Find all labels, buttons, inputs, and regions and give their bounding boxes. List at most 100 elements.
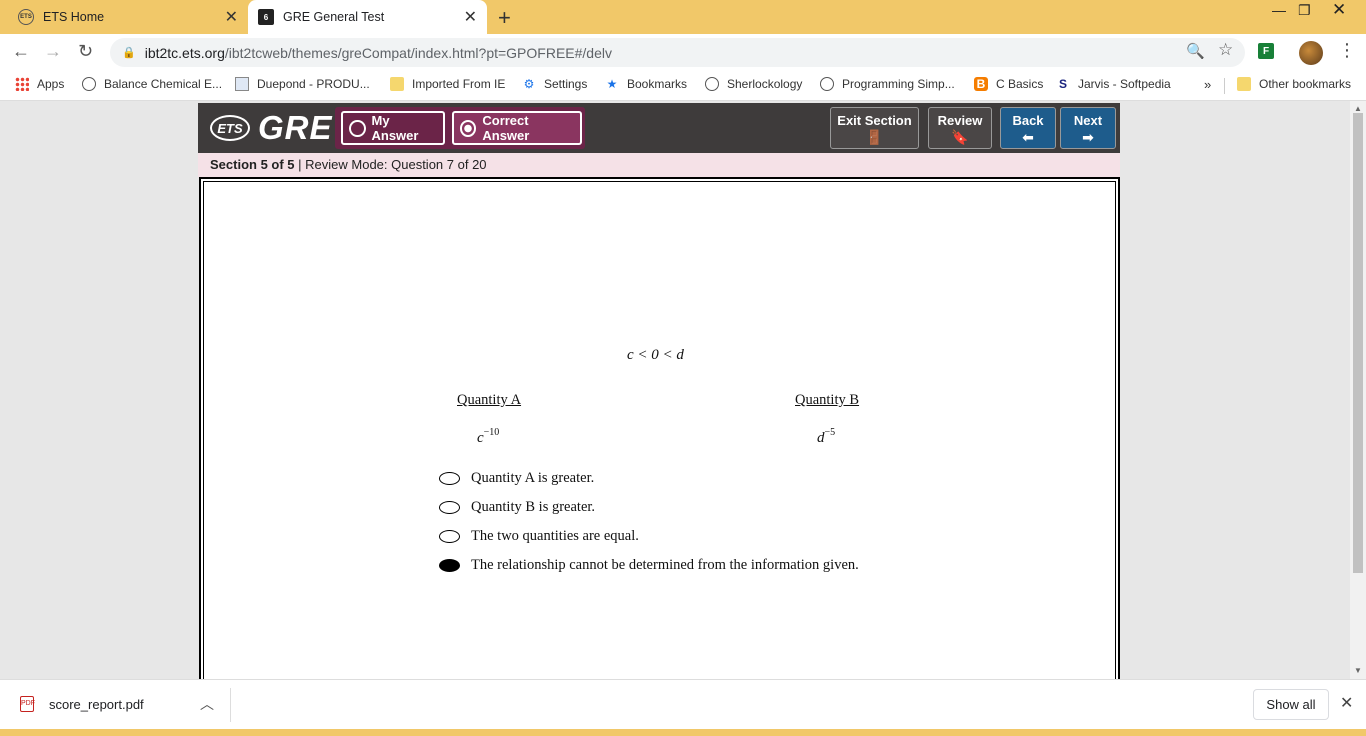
answer-toggle-group: My Answer Correct Answer bbox=[335, 107, 585, 149]
left-arrow-icon: ⬅ bbox=[1022, 129, 1034, 145]
scroll-up-icon[interactable]: ▲ bbox=[1354, 104, 1362, 113]
radio-icon[interactable] bbox=[439, 501, 460, 514]
quantity-b-value: d−5 bbox=[817, 427, 835, 447]
radio-selected-icon[interactable] bbox=[439, 559, 460, 572]
bookmark-label: Apps bbox=[37, 77, 65, 91]
radio-icon[interactable] bbox=[439, 530, 460, 543]
blogger-icon: B bbox=[974, 77, 988, 91]
close-icon[interactable]: ✕ bbox=[1340, 693, 1353, 713]
scrollbar-thumb[interactable] bbox=[1353, 113, 1363, 573]
my-answer-label: My Answer bbox=[371, 113, 419, 143]
restore-icon[interactable]: ❐ bbox=[1298, 2, 1311, 19]
bookmark-other-bookmarks[interactable]: Other bookmarks bbox=[1237, 77, 1351, 91]
reload-icon[interactable]: ↻ bbox=[78, 41, 93, 62]
bookmark-jarvis[interactable]: S Jarvis - Softpedia bbox=[1056, 77, 1171, 91]
bookmark-flag-icon: 🔖 bbox=[951, 129, 969, 145]
choice-label: Quantity A is greater. bbox=[471, 470, 595, 486]
back-arrow-icon[interactable]: ← bbox=[12, 41, 30, 62]
close-icon[interactable]: ✕ bbox=[225, 7, 238, 27]
bookmark-c-basics[interactable]: B C Basics bbox=[974, 77, 1043, 91]
tab-ets-home[interactable]: ETS ETS Home ✕ bbox=[0, 0, 248, 34]
new-tab-icon[interactable]: + bbox=[498, 5, 511, 31]
show-all-button[interactable]: Show all bbox=[1253, 689, 1329, 720]
address-bar[interactable]: 🔒 ibt2tc.ets.org/ibt2tcweb/themes/greCom… bbox=[110, 38, 1245, 67]
bookmark-bookmarks[interactable]: ★ Bookmarks bbox=[605, 77, 687, 91]
ets-logo: ETS bbox=[210, 115, 250, 141]
quantity-b-exponent: −5 bbox=[824, 427, 836, 438]
ets-logo-icon: ETS bbox=[18, 9, 34, 25]
question-condition: c < 0 < d bbox=[627, 347, 684, 363]
bookmark-label: Duepond - PRODU... bbox=[257, 77, 370, 91]
ets-header: ETS GRE My Answer Correct Answer Exit Se… bbox=[198, 103, 1120, 153]
pdf-icon: PDF bbox=[20, 696, 35, 712]
section-status-bar: Section 5 of 5 | Review Mode: Question 7… bbox=[198, 153, 1120, 177]
chevron-up-icon[interactable]: ︿ bbox=[200, 694, 214, 714]
minimize-icon[interactable]: — bbox=[1272, 2, 1286, 18]
exit-section-button[interactable]: Exit Section 🚪 bbox=[830, 107, 919, 149]
tab-title: ETS Home bbox=[43, 10, 105, 24]
scroll-down-icon[interactable]: ▼ bbox=[1354, 666, 1362, 675]
next-button[interactable]: Next ➡ bbox=[1060, 107, 1116, 149]
bookmark-balance-chemical[interactable]: Balance Chemical E... bbox=[82, 77, 222, 91]
bookmark-apps[interactable]: Apps bbox=[15, 77, 64, 91]
profile-avatar[interactable] bbox=[1299, 41, 1323, 65]
bookmarks-divider bbox=[1224, 78, 1225, 94]
gre-logo: GRE bbox=[258, 109, 333, 146]
bookmark-settings[interactable]: ⚙ Settings bbox=[522, 77, 588, 91]
quantity-a-label: Quantity A bbox=[457, 392, 522, 408]
menu-dots-icon[interactable]: ⋮ bbox=[1338, 40, 1356, 61]
question-panel: c < 0 < d Quantity A Quantity B c−10 d−5… bbox=[199, 177, 1120, 679]
bookmark-label: Balance Chemical E... bbox=[104, 77, 223, 91]
globe-icon bbox=[82, 77, 96, 91]
answer-choice-d[interactable]: The relationship cannot be determined fr… bbox=[439, 557, 859, 574]
page-viewport: ETS GRE My Answer Correct Answer Exit Se… bbox=[0, 101, 1350, 679]
forward-arrow-icon[interactable]: → bbox=[44, 41, 62, 62]
quantity-a-exponent: −10 bbox=[483, 427, 500, 438]
bookmark-duepond[interactable]: Duepond - PRODU... bbox=[235, 77, 370, 91]
lock-icon: 🔒 bbox=[122, 47, 136, 59]
zoom-icon[interactable]: 🔍 bbox=[1186, 42, 1205, 60]
globe-icon bbox=[820, 77, 834, 91]
bookmark-sherlockology[interactable]: Sherlockology bbox=[705, 77, 802, 91]
right-arrow-icon: ➡ bbox=[1082, 129, 1094, 145]
apps-grid-icon bbox=[15, 77, 29, 91]
url-path: /ibt2tcweb/themes/greCompat/index.html?p… bbox=[224, 44, 612, 61]
download-item[interactable]: PDF score_report.pdf bbox=[20, 696, 144, 712]
bookmark-label: Programming Simp... bbox=[842, 77, 955, 91]
bookmark-label: Bookmarks bbox=[627, 77, 688, 91]
tab-gre-general-test[interactable]: 6 GRE General Test ✕ bbox=[248, 0, 487, 34]
bookmark-programming-simp[interactable]: Programming Simp... bbox=[820, 77, 955, 91]
page-scrollbar[interactable]: ▲ ▼ bbox=[1350, 101, 1366, 679]
choice-label: The relationship cannot be determined fr… bbox=[471, 557, 859, 573]
url-host: ibt2tc.ets.org bbox=[144, 44, 225, 61]
bookmarks-overflow-chevron[interactable]: » bbox=[1204, 77, 1211, 92]
radio-selected-icon bbox=[460, 119, 477, 137]
download-bar: PDF score_report.pdf ︿ Show all ✕ bbox=[0, 679, 1366, 729]
bookmark-imported-from-ie[interactable]: Imported From IE bbox=[390, 77, 505, 91]
bookmark-star-icon[interactable]: ☆ bbox=[1218, 40, 1233, 60]
next-label: Next bbox=[1073, 113, 1103, 128]
review-button[interactable]: Review 🔖 bbox=[928, 107, 992, 149]
bookmark-label: C Basics bbox=[996, 77, 1044, 91]
radio-icon[interactable] bbox=[439, 472, 460, 485]
softpedia-icon: S bbox=[1058, 77, 1067, 91]
answer-choice-a[interactable]: Quantity A is greater. bbox=[439, 470, 594, 487]
window-close-icon[interactable]: ✕ bbox=[1332, 0, 1346, 20]
folder-icon bbox=[390, 77, 404, 91]
answer-choice-c[interactable]: The two quantities are equal. bbox=[439, 528, 639, 545]
close-icon[interactable]: ✕ bbox=[464, 7, 477, 27]
bookmarks-bar: Apps Balance Chemical E... Duepond - PRO… bbox=[0, 70, 1366, 101]
my-answer-button[interactable]: My Answer bbox=[341, 111, 445, 145]
gear-icon: ⚙ bbox=[523, 77, 535, 91]
correct-answer-button[interactable]: Correct Answer bbox=[452, 111, 582, 145]
back-button[interactable]: Back ⬅ bbox=[1000, 107, 1056, 149]
choice-label: Quantity B is greater. bbox=[471, 499, 596, 515]
extension-icon[interactable]: F bbox=[1258, 43, 1274, 59]
radio-icon bbox=[349, 119, 366, 137]
quantity-b-base: d bbox=[817, 430, 825, 446]
document-icon bbox=[235, 77, 249, 91]
quantity-a-value: c−10 bbox=[477, 427, 499, 447]
review-label: Review bbox=[937, 113, 983, 128]
tab-strip: ETS ETS Home ✕ 6 GRE General Test ✕ + — … bbox=[0, 0, 1366, 34]
answer-choice-b[interactable]: Quantity B is greater. bbox=[439, 499, 595, 516]
